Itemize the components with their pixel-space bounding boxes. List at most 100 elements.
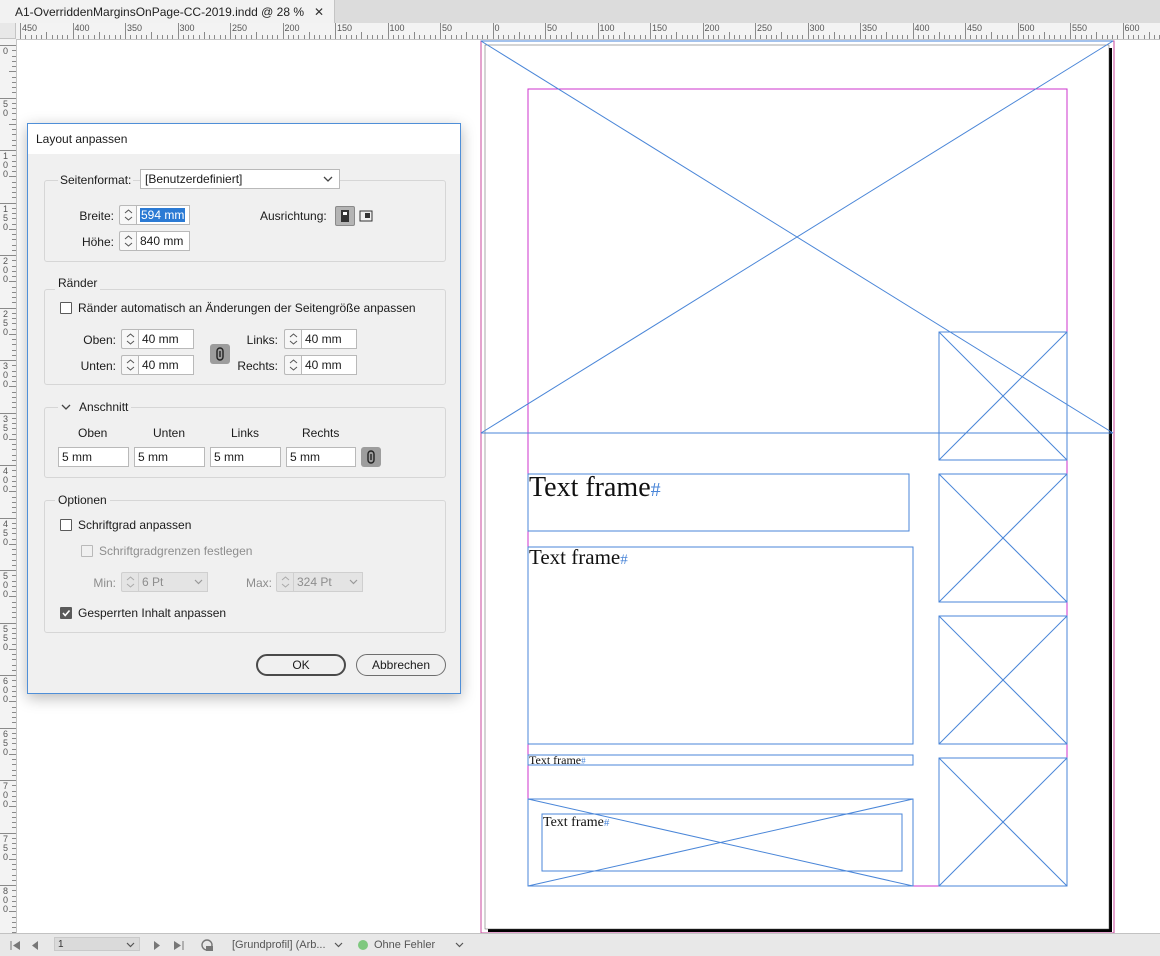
open-document-icon[interactable] [200,934,214,956]
link-margins-icon[interactable] [210,344,230,364]
ruler-minor-tick [12,171,16,172]
ruler-minor-tick [9,386,16,388]
margin-right-field[interactable]: 40 mm [284,355,357,375]
ruler-minor-tick [12,260,16,262]
ruler-minor-tick [1117,35,1119,39]
breite-field[interactable]: 594 mm [119,205,190,225]
ruler-minor-tick [12,617,16,619]
ruler-label: 50 [3,98,9,118]
ruler-label: 200 [284,23,300,33]
bleed-right-field[interactable]: 5 mm [286,447,356,467]
stepper-icon[interactable] [119,205,136,225]
portrait-orientation-icon[interactable] [335,206,355,226]
ruler-minor-tick [12,312,16,314]
ruler-minor-tick [896,35,898,39]
ruler-minor-tick [891,35,893,39]
ruler-minor-tick [450,35,452,39]
ruler-tick [860,23,861,39]
preflight-profile[interactable]: [Grundprofil] (Arb... [232,934,343,956]
ruler-minor-tick [12,323,16,325]
stepper-icon[interactable] [284,355,301,375]
ruler-label: 100 [389,23,405,33]
ruler-minor-tick [534,35,536,39]
ruler-minor-tick [12,732,16,734]
close-tab-icon[interactable]: ✕ [314,5,324,19]
ruler-minor-tick [12,155,16,157]
ruler-tick [755,23,756,39]
ruler-minor-tick [12,879,16,881]
document-tab-title: A1-OverriddenMarginsOnPage-CC-2019.indd … [15,4,304,19]
ruler-label: 50 [547,23,558,33]
bleed-top-field[interactable]: 5 mm [58,447,129,467]
stepper-icon[interactable] [121,355,138,375]
ruler-minor-tick [12,328,16,330]
ruler-label: 550 [3,623,9,652]
ruler-minor-tick [12,606,16,608]
gesperrt-checkbox[interactable] [60,607,72,619]
stepper-icon[interactable] [121,572,138,592]
max-field[interactable]: 324 Pt [276,572,363,592]
ruler-minor-tick [644,35,646,39]
ruler-minor-tick [119,35,121,39]
preflight-status[interactable]: Ohne Fehler [358,934,464,956]
cancel-button[interactable]: Abbrechen [356,654,446,676]
schriftgrad-checkbox[interactable] [60,519,72,531]
link-bleed-icon[interactable] [361,447,381,467]
bleed-left-field[interactable]: 5 mm [210,447,281,467]
first-page-icon[interactable] [10,934,21,956]
breite-label: Breite: [79,209,114,223]
ruler-minor-tick [991,32,993,39]
min-field[interactable]: 6 Pt [121,572,208,592]
ruler-minor-tick [12,795,16,797]
ruler-minor-tick [12,685,16,687]
stepper-icon[interactable] [284,329,301,349]
ruler-minor-tick [12,218,16,220]
margin-top-field[interactable]: 40 mm [121,329,194,349]
ruler-minor-tick [1096,32,1098,39]
stepper-icon[interactable] [121,329,138,349]
bleed-header-rechts: Rechts [302,426,340,440]
dialog-titlebar[interactable]: Layout anpassen [28,124,460,154]
ruler-minor-tick [146,35,147,39]
margin-bottom-field[interactable]: 40 mm [121,355,194,375]
page-number-field[interactable]: 1 [54,937,140,951]
margin-left-field[interactable]: 40 mm [284,329,357,349]
stepper-icon[interactable] [276,572,293,592]
next-page-icon[interactable] [153,934,160,956]
ruler-label: 100 [3,151,9,179]
document-tab[interactable]: A1-OverriddenMarginsOnPage-CC-2019.indd … [0,0,336,23]
last-page-icon[interactable] [173,934,184,956]
ok-button[interactable]: OK [256,654,346,676]
ruler-label: 300 [3,361,9,389]
ruler-minor-tick [781,32,783,39]
chevron-down-icon [334,942,342,948]
ruler-minor-tick [12,664,16,666]
landscape-orientation-icon[interactable] [359,208,373,224]
ruler-minor-tick [718,35,720,39]
ruler-minor-tick [12,244,16,246]
ruler-label: 150 [652,23,668,33]
vertical-ruler[interactable]: 0 50 100 150 200 250 300 350 400 450 500 550 600 650 7… [0,39,17,934]
ruler-minor-tick [12,186,16,188]
ruler-minor-tick [361,32,363,39]
ruler-minor-tick [944,35,945,39]
ruler-tick [282,23,284,39]
ruler-minor-tick [1085,35,1087,39]
horizontal-ruler[interactable]: 450 400 350 300 250 200 150 100 50 0 50 100 150 200 25… [0,23,1160,40]
ruler-minor-tick [12,501,16,503]
ruler-minor-tick [980,35,982,39]
stepper-icon[interactable] [119,231,136,251]
previous-page-icon[interactable] [32,934,39,956]
ruler-minor-tick [445,35,447,39]
ruler-origin-corner[interactable] [0,23,16,39]
ruler-minor-tick [9,438,16,440]
auto-margins-checkbox[interactable] [60,302,72,314]
bleed-bottom-field[interactable]: 5 mm [134,447,205,467]
ruler-minor-tick [608,35,609,39]
graphic-frame-bottom [527,798,914,887]
schriftgradgrenzen-checkbox[interactable] [81,545,93,557]
ruler-label: 450 [22,23,38,33]
seitenformat-select[interactable]: [Benutzerdefiniert] [140,169,340,189]
hoehe-field[interactable]: 840 mm [119,231,190,251]
anschnitt-toggle[interactable]: Anschnitt [58,400,132,414]
